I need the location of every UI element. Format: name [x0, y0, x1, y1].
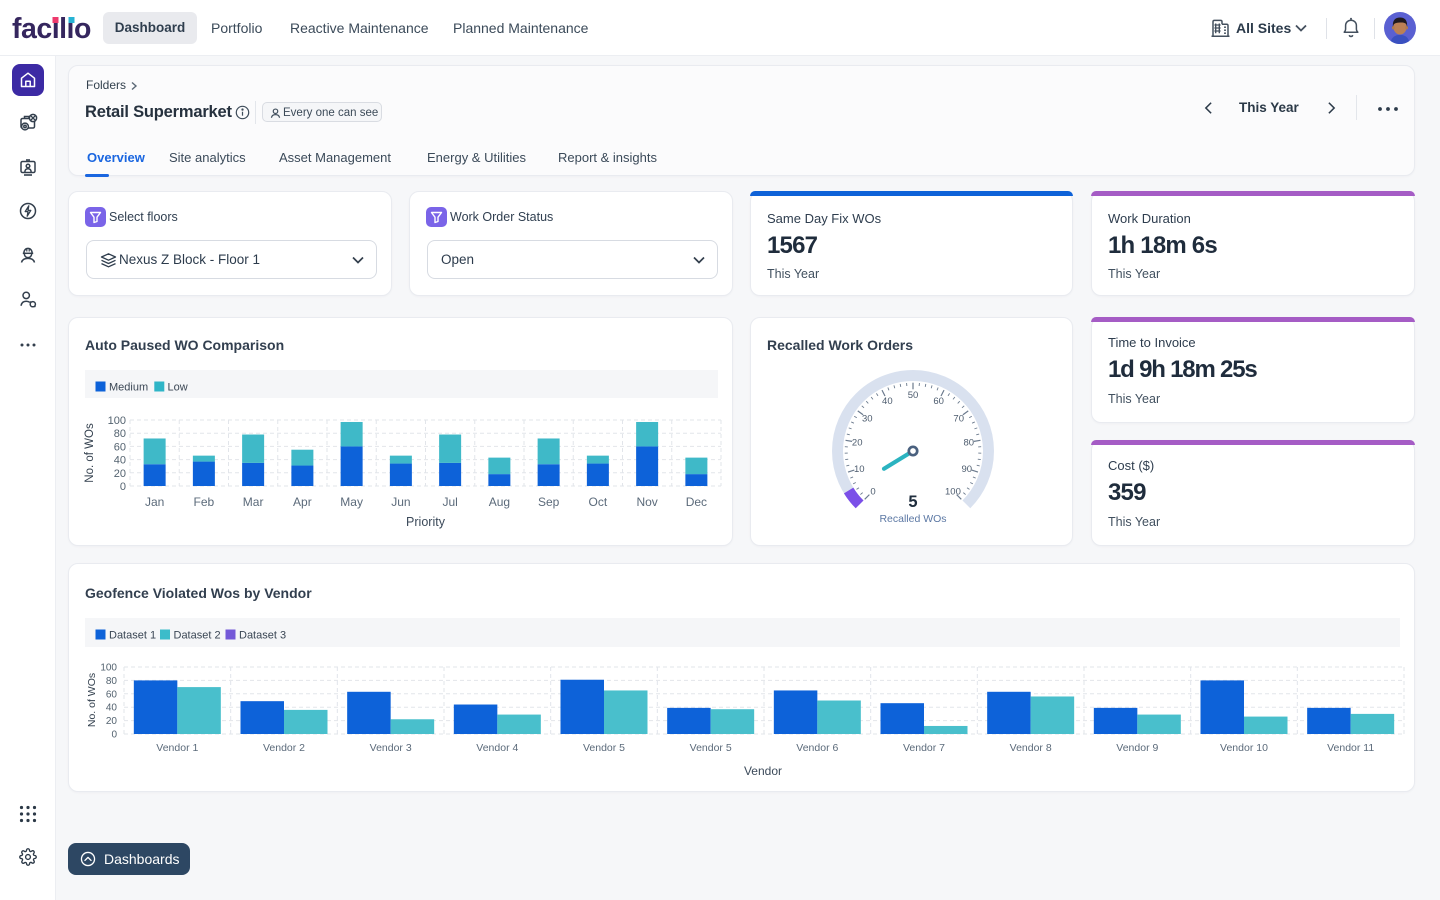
svg-text:80: 80: [106, 676, 118, 687]
svg-text:Vendor 11: Vendor 11: [1327, 742, 1374, 754]
svg-text:Dataset 3: Dataset 3: [239, 630, 286, 642]
svg-text:Low: Low: [168, 382, 188, 394]
svg-text:May: May: [340, 495, 363, 509]
svg-text:Oct: Oct: [589, 495, 608, 509]
svg-text:Feb: Feb: [194, 495, 215, 509]
svg-text:Vendor 7: Vendor 7: [903, 742, 945, 754]
svg-text:40: 40: [114, 455, 126, 467]
svg-text:70: 70: [953, 413, 964, 424]
svg-text:Vendor 10: Vendor 10: [1220, 742, 1268, 754]
svg-text:Recalled WOs: Recalled WOs: [879, 513, 946, 525]
svg-text:Vendor 6: Vendor 6: [796, 742, 838, 754]
svg-text:0: 0: [870, 486, 875, 497]
svg-text:Jan: Jan: [145, 495, 164, 509]
svg-text:80: 80: [114, 428, 126, 440]
svg-text:No. of WOs: No. of WOs: [84, 423, 96, 483]
svg-text:Priority: Priority: [406, 515, 446, 529]
svg-text:0: 0: [120, 481, 126, 493]
svg-text:60: 60: [114, 441, 126, 453]
svg-text:Dataset 1: Dataset 1: [109, 630, 156, 642]
svg-text:5: 5: [908, 493, 917, 511]
svg-text:40: 40: [882, 396, 893, 407]
svg-text:100: 100: [100, 663, 117, 674]
svg-text:Vendor: Vendor: [744, 764, 782, 778]
svg-text:Vendor 5: Vendor 5: [583, 742, 625, 754]
svg-text:100: 100: [108, 415, 126, 427]
svg-text:Dec: Dec: [686, 495, 707, 509]
svg-text:Apr: Apr: [293, 495, 312, 509]
svg-text:Vendor 1: Vendor 1: [156, 742, 198, 754]
svg-text:60: 60: [933, 396, 944, 407]
svg-text:Vendor 5: Vendor 5: [690, 742, 732, 754]
svg-text:50: 50: [908, 390, 919, 401]
svg-text:30: 30: [862, 413, 873, 424]
svg-text:facılıo: facılıo: [12, 13, 91, 45]
svg-text:Jul: Jul: [442, 495, 457, 509]
svg-text:No. of WOs: No. of WOs: [86, 673, 98, 727]
svg-text:90: 90: [961, 464, 972, 475]
svg-text:Vendor 9: Vendor 9: [1116, 742, 1158, 754]
svg-text:Nov: Nov: [636, 495, 657, 509]
svg-text:Vendor 8: Vendor 8: [1010, 742, 1052, 754]
svg-text:40: 40: [106, 703, 118, 714]
svg-text:100: 100: [945, 486, 961, 497]
svg-text:Mar: Mar: [243, 495, 264, 509]
svg-text:60: 60: [106, 689, 118, 700]
svg-text:Medium: Medium: [109, 382, 148, 394]
svg-text:Vendor 2: Vendor 2: [263, 742, 305, 754]
svg-text:Aug: Aug: [489, 495, 510, 509]
svg-text:Dataset 2: Dataset 2: [174, 630, 221, 642]
svg-text:20: 20: [852, 438, 863, 449]
svg-text:10: 10: [854, 464, 865, 475]
svg-text:Vendor 3: Vendor 3: [370, 742, 412, 754]
svg-text:Vendor 4: Vendor 4: [476, 742, 518, 754]
svg-text:0: 0: [111, 730, 117, 741]
svg-text:20: 20: [106, 716, 118, 727]
svg-text:20: 20: [114, 468, 126, 480]
svg-text:Sep: Sep: [538, 495, 560, 509]
svg-text:Jun: Jun: [391, 495, 410, 509]
svg-text:80: 80: [964, 438, 975, 449]
